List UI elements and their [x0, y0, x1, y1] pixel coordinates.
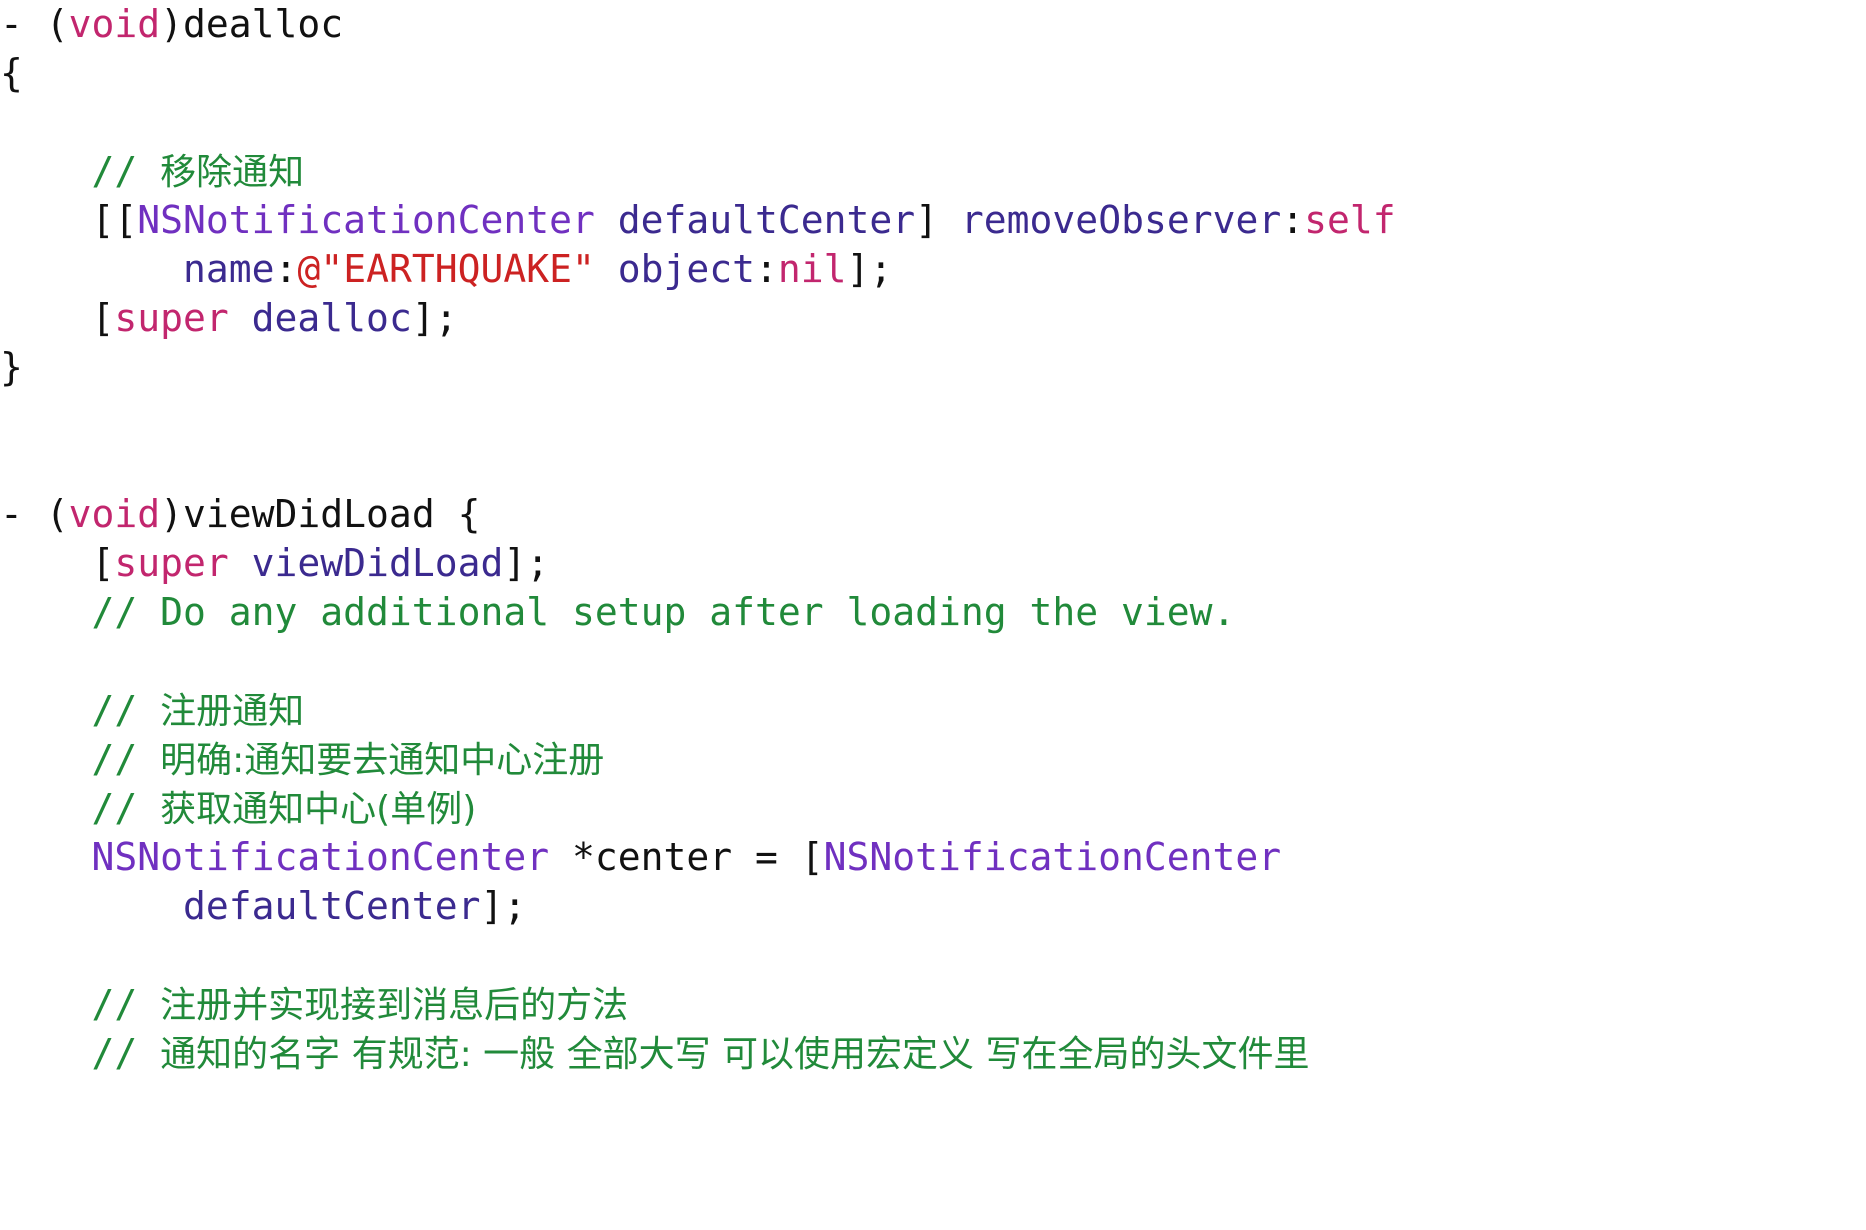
code-token-pl: [ [0, 296, 115, 340]
code-token-pl: ]; [411, 296, 458, 340]
code-token-cls: NSNotificationCenter [91, 835, 550, 879]
code-token-cmt-cjk: 获取通知中心(单例) [160, 789, 477, 830]
code-token-mth: defaultCenter [183, 884, 481, 928]
code-token-mth: viewDidLoad [251, 541, 504, 585]
code-token-pl: [[ [0, 198, 138, 242]
code-token-cmt: // Do any additional setup after loading… [91, 590, 1236, 634]
code-line: { [0, 49, 1866, 98]
code-line: defaultCenter]; [0, 882, 1866, 931]
code-token-cmt: // [91, 786, 161, 830]
code-token-cls: NSNotificationCenter [823, 835, 1282, 879]
code-token-cls: NSNotificationCenter [137, 198, 595, 242]
code-line: } [0, 343, 1866, 392]
code-token-cmt-cjk: 注册并实现接到消息后的方法 [160, 985, 629, 1026]
code-token-pl: - ( [0, 2, 69, 46]
code-token-cmt: // [91, 149, 161, 193]
code-token-cmt-cjk: 移除通知 [160, 152, 305, 193]
code-token-mth: removeObserver [960, 198, 1282, 242]
code-token-pl: ]; [480, 884, 527, 928]
code-line: name:@"EARTHQUAKE" object:nil]; [0, 245, 1866, 294]
code-token-pl: ] [915, 198, 961, 242]
code-token-cmt-cjk: 注册通知 [160, 691, 305, 732]
code-token-mth: object [617, 247, 756, 291]
code-line: [[NSNotificationCenter defaultCenter] re… [0, 196, 1866, 245]
code-token-kw: nil [777, 247, 847, 291]
code-line: [super dealloc]; [0, 294, 1866, 343]
code-token-pl: } [0, 345, 23, 389]
code-token-cmt-cjk: 明确:通知要去通知中心注册 [160, 740, 605, 781]
code-line: // 通知的名字 有规范: 一般 全部大写 可以使用宏定义 写在全局的头文件里 [0, 1029, 1866, 1078]
code-token-pl: *center = [ [549, 835, 824, 879]
code-line: // 获取通知中心(单例) [0, 784, 1866, 833]
code-token-mth: defaultCenter [617, 198, 916, 242]
code-token-pl: : [755, 247, 778, 291]
code-token-cmt-cjk: 通知的名字 有规范: 一般 全部大写 可以使用宏定义 写在全局的头文件里 [160, 1034, 1310, 1075]
code-token-str: @"EARTHQUAKE" [297, 247, 595, 291]
code-token-pl: : [274, 247, 298, 291]
code-token-cmt: // [91, 982, 161, 1026]
code-token-mth: name [183, 247, 275, 291]
code-line: [super viewDidLoad]; [0, 539, 1866, 588]
code-token-pl: [ [0, 541, 115, 585]
code-token-kw: self [1304, 198, 1396, 242]
code-line: - (void)dealloc [0, 0, 1866, 49]
code-line: - (void)viewDidLoad { [0, 490, 1866, 539]
code-token-pl: ]; [503, 541, 550, 585]
code-token-cmt: // [91, 688, 161, 732]
code-token-kw: super [114, 296, 229, 340]
code-token-pl: : [1281, 198, 1305, 242]
code-token-kw: void [68, 2, 161, 46]
code-token-kw: void [68, 492, 161, 536]
code-line: // 注册通知 [0, 686, 1866, 735]
code-token-kw: super [114, 541, 229, 585]
code-token-cmt: // [91, 1031, 161, 1075]
code-line: // Do any additional setup after loading… [0, 588, 1866, 637]
code-token-pl: ]; [846, 247, 893, 291]
code-token-pl: )dealloc [160, 2, 344, 46]
code-line: NSNotificationCenter *center = [NSNotifi… [0, 833, 1866, 882]
code-line: // 明确:通知要去通知中心注册 [0, 735, 1866, 784]
code-token-pl: )viewDidLoad { [160, 492, 481, 536]
code-line: // 注册并实现接到消息后的方法 [0, 980, 1866, 1029]
code-editor-surface[interactable]: - (void)dealloc{ // 移除通知 [[NSNotificatio… [0, 0, 1866, 1078]
code-token-cmt: // [91, 737, 161, 781]
code-token-pl: - ( [0, 492, 69, 536]
code-token-mth: dealloc [251, 296, 412, 340]
code-token-pl: { [0, 51, 23, 95]
code-line: // 移除通知 [0, 147, 1866, 196]
